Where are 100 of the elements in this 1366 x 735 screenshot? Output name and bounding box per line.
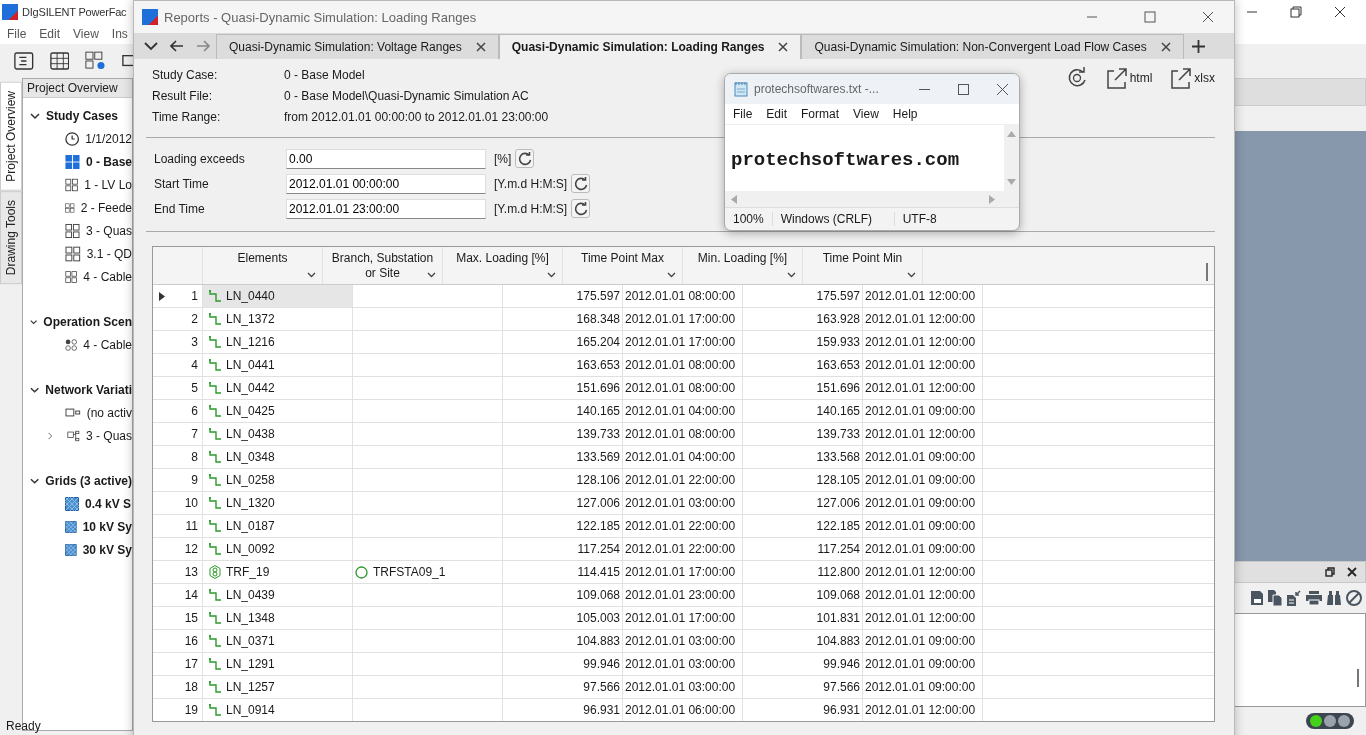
- table-row-cell[interactable]: LN_1291: [203, 653, 353, 675]
- table-row-cell[interactable]: LN_0092: [203, 538, 353, 560]
- export-button[interactable]: xlsx: [1170, 67, 1215, 89]
- scrollbar-thumb[interactable]: [1357, 669, 1359, 687]
- binoculars-icon[interactable]: [1327, 591, 1341, 605]
- table-row-cell[interactable]: LN_0914: [203, 699, 353, 721]
- import-icon[interactable]: [1287, 590, 1301, 606]
- menu-item[interactable]: View: [73, 27, 99, 41]
- table-row-cell[interactable]: LN_0425: [203, 400, 353, 422]
- tree-item[interactable]: 3 - Quas: [85, 223, 132, 238]
- reset-button[interactable]: [571, 174, 591, 193]
- close-icon[interactable]: [1347, 567, 1357, 577]
- table-row-cell[interactable]: LN_0348: [203, 446, 353, 468]
- column-header[interactable]: Max. Loading [%]: [456, 251, 549, 266]
- table-cell: 2012.01.01 03:00:00: [625, 680, 736, 694]
- table-row-cell[interactable]: LN_1216: [203, 331, 353, 353]
- column-header[interactable]: Elements: [237, 251, 288, 266]
- maximize-icon[interactable]: [1144, 11, 1156, 23]
- reset-button[interactable]: [571, 199, 591, 218]
- input-field[interactable]: 0.00: [286, 148, 486, 169]
- close-icon[interactable]: [778, 42, 789, 52]
- save-icon[interactable]: [1251, 590, 1263, 606]
- close-icon[interactable]: [997, 83, 1008, 95]
- add-tab-icon[interactable]: [1191, 39, 1205, 53]
- report-tab[interactable]: Quasi-Dynamic Simulation: Non-Convergent Load Flow Cases: [801, 34, 1184, 59]
- table-icon[interactable]: [49, 51, 70, 71]
- table-row-cell[interactable]: LN_1320: [203, 492, 353, 514]
- back-arrow-icon[interactable]: [170, 40, 184, 52]
- table-row-cell[interactable]: LN_0187: [203, 515, 353, 537]
- close-icon[interactable]: [1160, 42, 1171, 52]
- input-field[interactable]: 2012.01.01 23:00:00: [286, 198, 486, 219]
- window-icon[interactable]: [122, 53, 133, 69]
- table-row-cell[interactable]: LN_1348: [203, 607, 353, 629]
- dropdown-icon[interactable]: [547, 272, 556, 278]
- tree-item[interactable]: 3.1 - QD: [86, 246, 132, 261]
- tree-item[interactable]: 1 - LV Lo: [84, 177, 132, 192]
- column-header[interactable]: Min. Loading [%]: [697, 251, 788, 266]
- calculator-settings-icon[interactable]: [85, 50, 107, 72]
- close-icon[interactable]: [1202, 11, 1214, 23]
- tree-item[interactable]: 3 - Quas: [85, 428, 132, 443]
- menu-item[interactable]: Format: [801, 107, 840, 121]
- tree-section-title[interactable]: Study Cases: [46, 108, 119, 123]
- forward-arrow-icon[interactable]: [196, 40, 210, 52]
- dropdown-icon[interactable]: [667, 272, 676, 278]
- close-icon[interactable]: [1334, 6, 1346, 18]
- table-row-cell[interactable]: LN_0442: [203, 377, 353, 399]
- tree-item[interactable]: 4 - Cable: [83, 337, 132, 352]
- report-tab[interactable]: Quasi-Dynamic Simulation: Loading Ranges: [498, 34, 802, 59]
- tree-section-title[interactable]: Operation Scen: [43, 314, 132, 329]
- dropdown-icon[interactable]: [307, 272, 316, 278]
- table-row-cell[interactable]: LN_0441: [203, 354, 353, 376]
- restore-icon[interactable]: [1325, 567, 1335, 577]
- export-button[interactable]: html: [1105, 67, 1153, 89]
- menu-item[interactable]: View: [853, 107, 879, 121]
- row-number: 8: [191, 450, 198, 464]
- table-row-cell[interactable]: LN_1257: [203, 676, 353, 698]
- tree-item[interactable]: (no activ: [86, 405, 132, 420]
- maximize-icon[interactable]: [958, 83, 969, 95]
- side-tab[interactable]: Project Overview: [0, 82, 22, 191]
- cancel-icon[interactable]: [1346, 590, 1362, 606]
- chevron-icon[interactable]: [30, 110, 40, 121]
- column-header[interactable]: Time Point Max: [581, 251, 664, 266]
- tree-item[interactable]: 30 kV Sy: [82, 542, 132, 557]
- table-row-cell[interactable]: LN_0371: [203, 630, 353, 652]
- table-row-cell[interactable]: LN_0258: [203, 469, 353, 491]
- tree-item[interactable]: 0.4 kV S: [85, 496, 132, 511]
- menu-item[interactable]: Edit: [766, 107, 788, 121]
- tree-item[interactable]: 0 - Base: [85, 154, 132, 169]
- close-icon[interactable]: [475, 42, 486, 52]
- restore-icon[interactable]: [1290, 6, 1302, 18]
- input-field[interactable]: 2012.01.01 00:00:00: [286, 173, 486, 194]
- tree-item[interactable]: 10 kV Sy: [82, 519, 132, 534]
- dropdown-icon[interactable]: [787, 272, 796, 278]
- menu-item[interactable]: File: [733, 107, 753, 121]
- tree-item[interactable]: 1/1/2012: [85, 131, 132, 146]
- tree-section-title[interactable]: Grids (3 active): [45, 473, 132, 488]
- chevron-down-icon[interactable]: [144, 41, 158, 51]
- column-header[interactable]: Time Point Min: [822, 251, 903, 266]
- print-icon[interactable]: [1306, 591, 1322, 605]
- report-tab[interactable]: Quasi-Dynamic Simulation: Voltage Ranges: [216, 34, 499, 59]
- outline-icon[interactable]: [14, 51, 34, 71]
- table-row-cell[interactable]: LN_1372: [203, 308, 353, 330]
- menu-item[interactable]: Edit: [39, 27, 61, 41]
- dropdown-icon[interactable]: [907, 272, 916, 278]
- table-row-cell[interactable]: LN_0439: [203, 584, 353, 606]
- reset-button[interactable]: [515, 149, 535, 168]
- side-tab[interactable]: Drawing Tools: [0, 190, 22, 284]
- tree-section-title[interactable]: Network Variati: [45, 382, 132, 397]
- tree-item[interactable]: 4 - Cable: [83, 269, 132, 284]
- table-row-cell[interactable]: LN_0440: [203, 285, 353, 307]
- menu-item[interactable]: Help: [892, 107, 918, 121]
- copy-icon[interactable]: [1268, 590, 1282, 606]
- column-header[interactable]: Branch, Substation or Site: [327, 251, 438, 281]
- tree-item[interactable]: 2 - Feede: [80, 200, 132, 215]
- menu-item[interactable]: Ins: [111, 27, 128, 41]
- dropdown-icon[interactable]: [427, 272, 436, 278]
- table-row-cell[interactable]: TRF_19: [203, 561, 353, 583]
- menu-item[interactable]: File: [7, 27, 27, 41]
- table-row-cell[interactable]: LN_0438: [203, 423, 353, 445]
- scrollbar-thumb[interactable]: [1206, 263, 1208, 281]
